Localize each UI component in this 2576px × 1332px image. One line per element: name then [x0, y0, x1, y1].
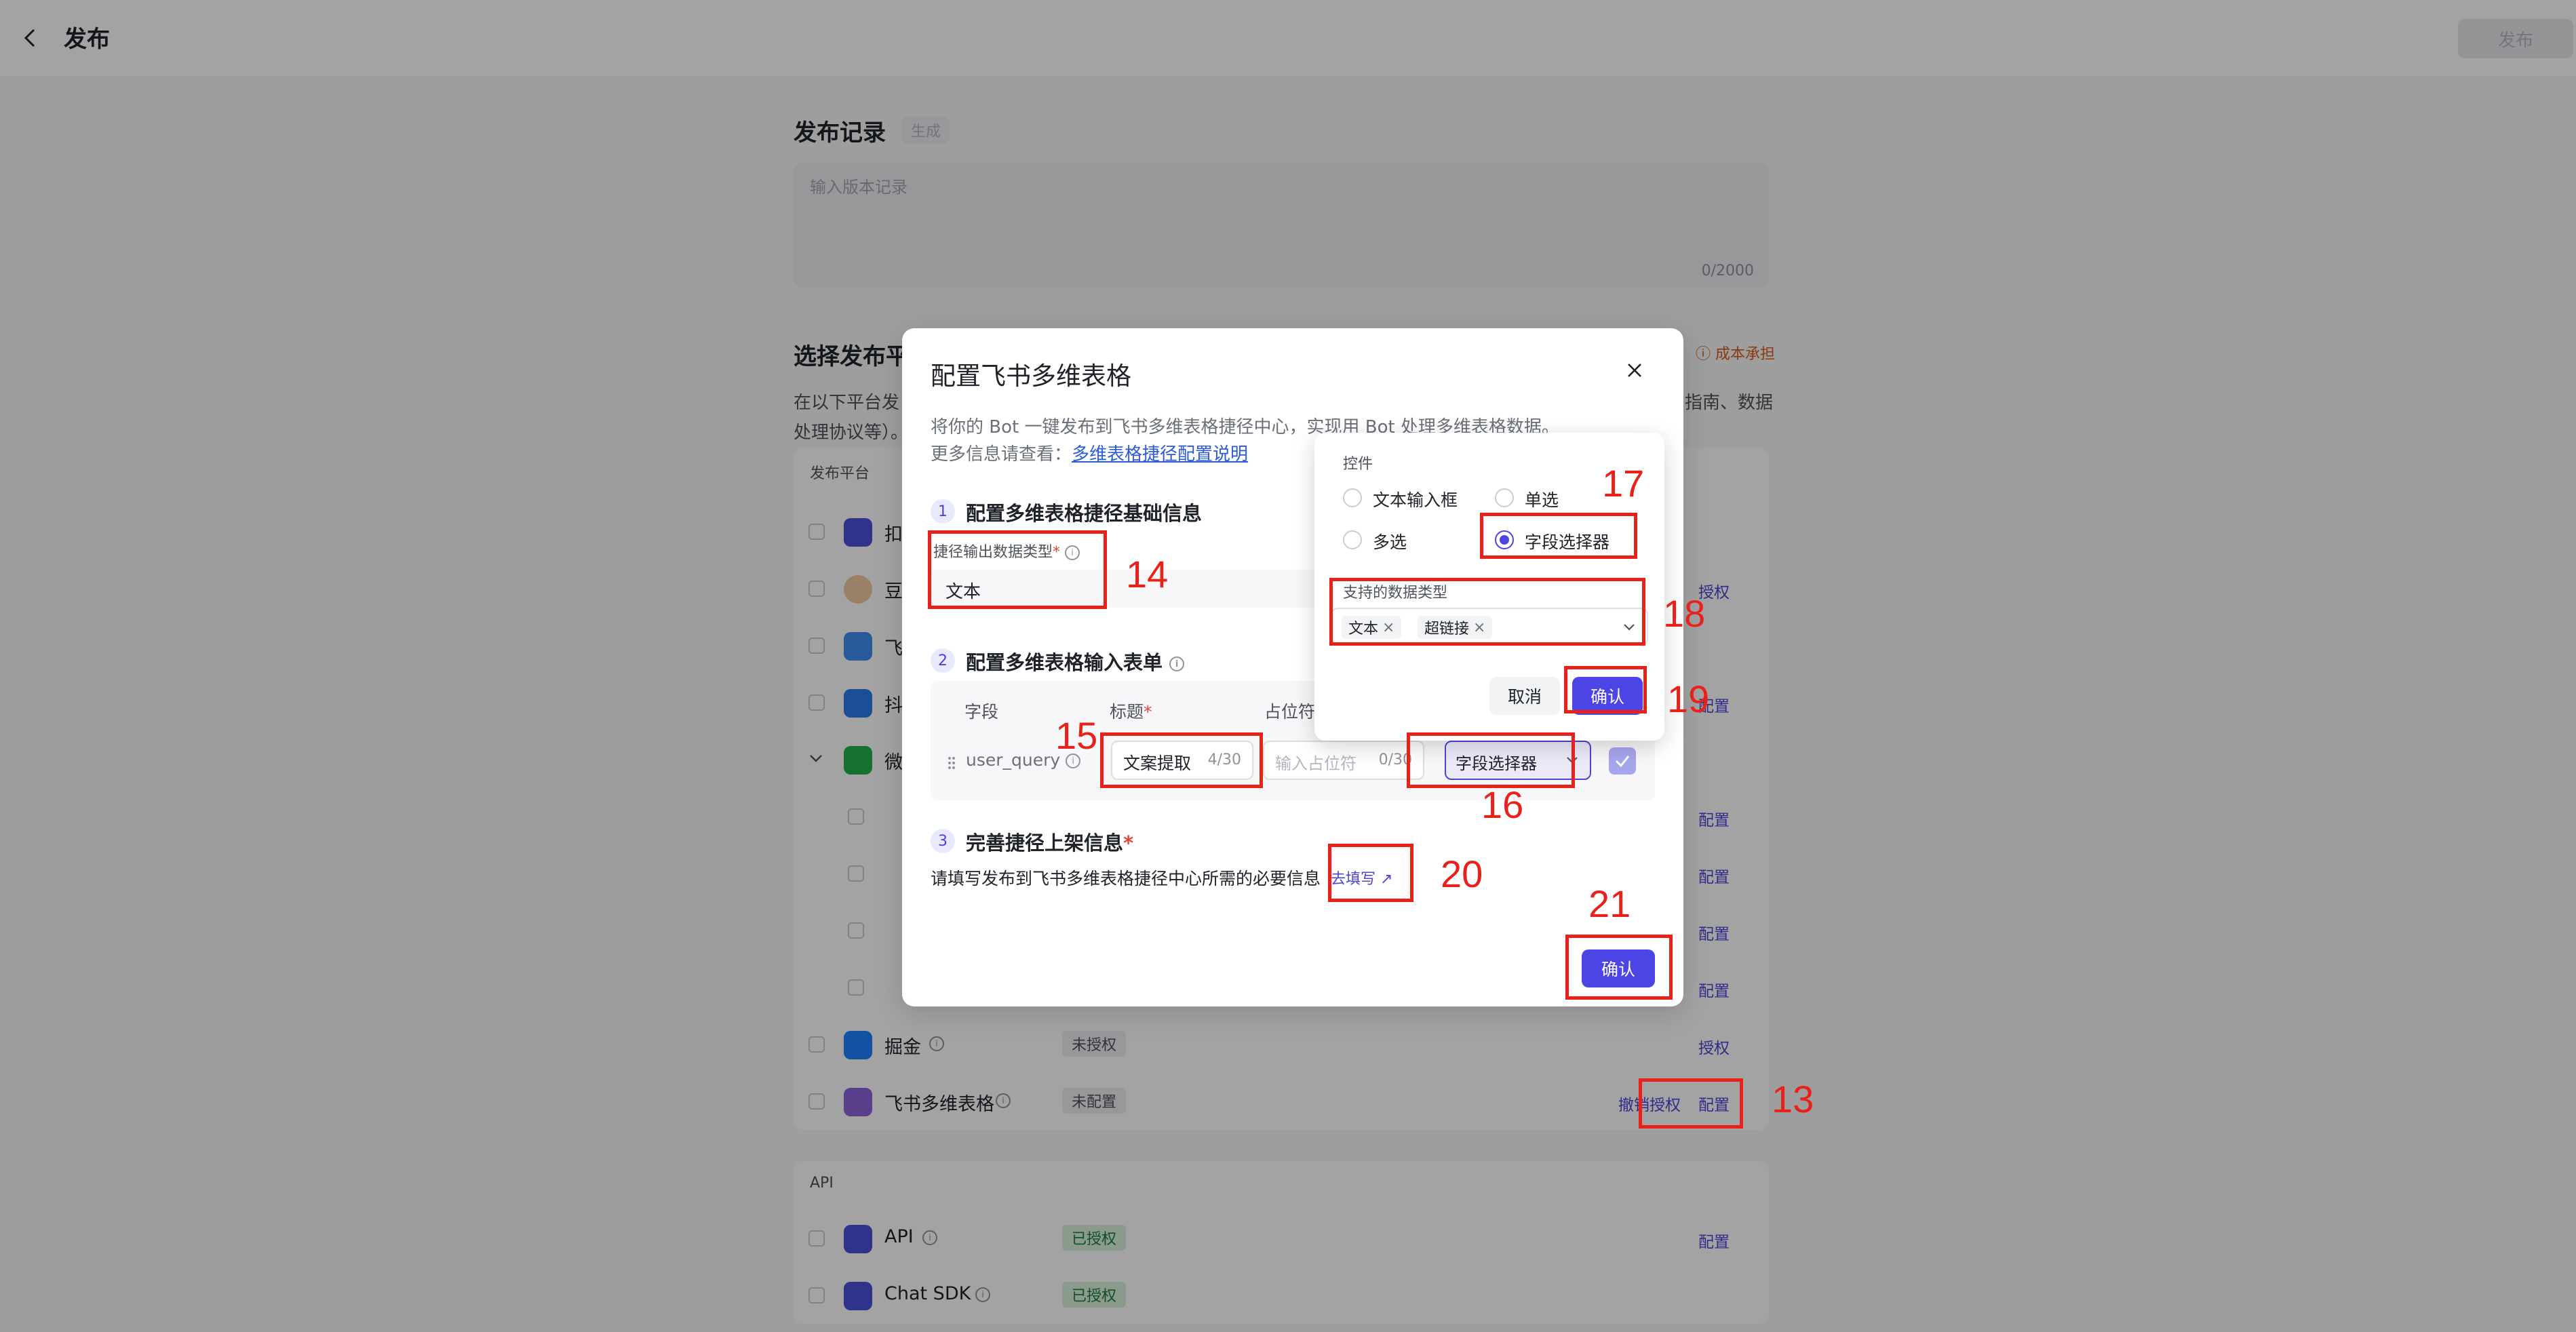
- step-number: 1: [931, 499, 955, 524]
- annotation-box-16: [1407, 732, 1575, 788]
- popover-cancel-button[interactable]: 取消: [1489, 677, 1560, 715]
- step3-title: 完善捷径上架信息*: [966, 831, 1134, 855]
- annotation-box-13: [1639, 1078, 1743, 1129]
- annotation-13: 13: [1772, 1078, 1814, 1120]
- column-header-placeholder: 占位符: [1264, 702, 1316, 722]
- doc-link[interactable]: 多维表格捷径配置说明: [1072, 444, 1248, 465]
- check-icon: [1615, 756, 1630, 768]
- radio-label-text-input: 文本输入框: [1373, 490, 1458, 510]
- placeholder-input-placeholder: 输入占位符: [1275, 754, 1357, 773]
- radio-text-input[interactable]: [1343, 488, 1362, 507]
- annotation-16: 16: [1481, 783, 1524, 826]
- annotation-19: 19: [1667, 678, 1710, 720]
- radio-multi[interactable]: [1343, 530, 1362, 549]
- step1-title: 配置多维表格捷径基础信息: [966, 502, 1203, 525]
- annotation-box-21: [1565, 935, 1673, 1000]
- drag-handle-icon[interactable]: [947, 756, 956, 770]
- annotation-box-15: [1100, 732, 1263, 788]
- column-header-field: 字段: [964, 702, 999, 722]
- annotation-14: 14: [1126, 553, 1169, 595]
- annotation-15: 15: [1055, 714, 1098, 757]
- annotation-box-14: [928, 530, 1107, 609]
- step2-title: 配置多维表格输入表单 i: [966, 647, 1185, 675]
- step-number: 2: [931, 648, 955, 673]
- modal-title: 配置飞书多维表格: [931, 361, 1131, 391]
- column-header-title: 标题*: [1110, 702, 1152, 722]
- annotation-box-19: [1564, 666, 1647, 713]
- annotation-box-18: [1329, 578, 1645, 646]
- annotation-20: 20: [1441, 853, 1483, 895]
- placeholder-input[interactable]: 输入占位符 0/30: [1263, 741, 1424, 780]
- step3-description: 请填写发布到飞书多维表格捷径中心所需的必要信息: [931, 869, 1321, 888]
- info-icon[interactable]: i: [1169, 657, 1185, 671]
- radio-single[interactable]: [1495, 488, 1514, 507]
- annotation-17: 17: [1602, 462, 1645, 505]
- step-number: 3: [931, 829, 955, 853]
- control-label: 控件: [1343, 456, 1373, 473]
- radio-label-single: 单选: [1525, 490, 1559, 510]
- annotation-18: 18: [1663, 592, 1706, 635]
- close-icon[interactable]: [1622, 358, 1647, 383]
- radio-label-multi: 多选: [1373, 532, 1407, 552]
- annotation-box-17: [1480, 513, 1637, 559]
- annotation-21: 21: [1588, 882, 1631, 925]
- required-checkbox[interactable]: [1609, 747, 1636, 775]
- annotation-box-20: [1328, 844, 1413, 902]
